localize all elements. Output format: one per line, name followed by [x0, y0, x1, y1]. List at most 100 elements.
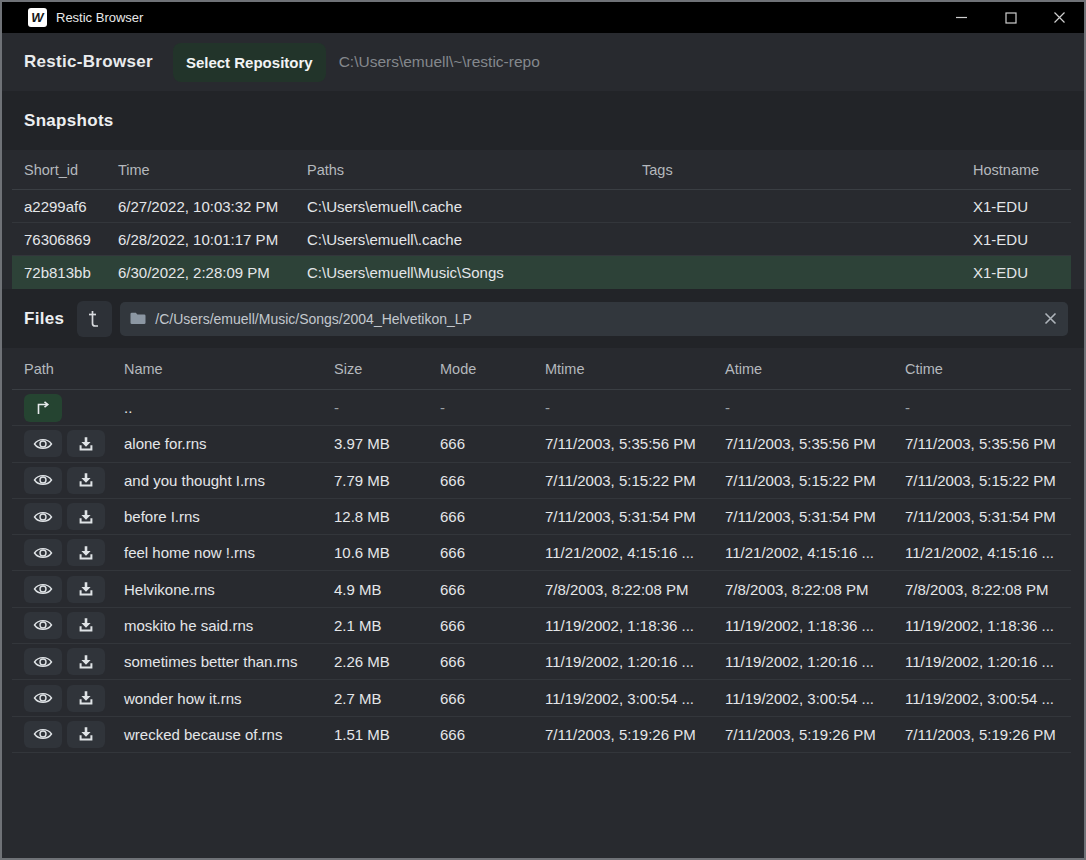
snapshot-row[interactable]: 72b813bb 6/30/2022, 2:28:09 PM C:\Users\… — [12, 256, 1071, 289]
col-tags: Tags — [642, 162, 973, 178]
file-row: sometimes better than.rns 2.26 MB 666 11… — [12, 644, 1071, 680]
preview-button[interactable] — [24, 648, 62, 675]
file-size: 2.1 MB — [334, 617, 440, 634]
snapshots-section-header: Snapshots — [2, 91, 1084, 150]
preview-button[interactable] — [24, 721, 62, 748]
download-icon — [78, 545, 94, 561]
snapshot-time: 6/27/2022, 10:03:32 PM — [118, 198, 307, 215]
snapshots-table-header: Short_id Time Paths Tags Hostname — [12, 150, 1071, 190]
breadcrumb-bar[interactable]: /C/Users/emuell/Music/Songs/2004_Helveti… — [120, 302, 1068, 336]
minimize-button[interactable] — [937, 2, 986, 33]
download-icon — [78, 472, 94, 488]
app-title: Restic-Browser — [24, 52, 153, 72]
snapshot-row[interactable]: 76306869 6/28/2022, 10:01:17 PM C:\Users… — [12, 223, 1071, 256]
file-mtime: 7/11/2003, 5:19:26 PM — [545, 726, 725, 743]
go-up-button[interactable] — [24, 394, 62, 422]
file-size: 2.26 MB — [334, 653, 440, 670]
preview-button[interactable] — [24, 430, 62, 457]
file-ctime: 7/11/2003, 5:31:54 PM — [905, 508, 1071, 525]
file-atime: 11/19/2002, 3:00:54 ... — [725, 690, 905, 707]
download-icon — [78, 617, 94, 633]
snapshot-row[interactable]: a2299af6 6/27/2022, 10:03:32 PM C:\Users… — [12, 190, 1071, 223]
folder-icon — [130, 312, 146, 325]
preview-button[interactable] — [24, 503, 62, 530]
tree-icon — [93, 311, 99, 326]
file-mode: 666 — [440, 726, 545, 743]
file-name: wrecked because of.rns — [124, 726, 334, 743]
window-title: Restic Browser — [56, 10, 143, 25]
preview-button[interactable] — [24, 539, 62, 566]
file-mode: - — [440, 399, 545, 416]
file-ctime: 7/8/2003, 8:22:08 PM — [905, 581, 1071, 598]
close-button[interactable] — [1035, 2, 1084, 33]
file-row: wrecked because of.rns 1.51 MB 666 7/11/… — [12, 717, 1071, 753]
breadcrumb-clear-icon[interactable] — [1042, 310, 1059, 327]
preview-button[interactable] — [24, 612, 62, 639]
eye-icon — [33, 654, 53, 670]
preview-button[interactable] — [24, 576, 62, 603]
file-atime: 7/11/2003, 5:19:26 PM — [725, 726, 905, 743]
download-button[interactable] — [67, 612, 105, 639]
snapshot-paths: C:\Users\emuell\.cache — [307, 198, 642, 215]
file-atime: 7/8/2003, 8:22:08 PM — [725, 581, 905, 598]
col-path: Path — [24, 361, 124, 377]
parent-directory-row[interactable]: .. - - - - - — [12, 390, 1071, 426]
eye-icon — [33, 690, 53, 706]
maximize-button[interactable] — [986, 2, 1035, 33]
file-ctime: 11/19/2002, 1:20:16 ... — [905, 653, 1071, 670]
preview-button[interactable] — [24, 685, 62, 712]
file-ctime: 7/11/2003, 5:35:56 PM — [905, 435, 1071, 452]
wails-logo-icon: W — [28, 8, 47, 27]
download-button[interactable] — [67, 467, 105, 494]
col-time: Time — [118, 162, 307, 178]
download-button[interactable] — [67, 503, 105, 530]
preview-button[interactable] — [24, 467, 62, 494]
file-size: 1.51 MB — [334, 726, 440, 743]
file-name: .. — [124, 399, 334, 416]
download-button[interactable] — [67, 648, 105, 675]
col-mtime: Mtime — [545, 361, 725, 377]
download-button[interactable] — [67, 685, 105, 712]
download-button[interactable] — [67, 721, 105, 748]
titlebar: W Restic Browser — [2, 2, 1084, 33]
file-atime: 7/11/2003, 5:35:56 PM — [725, 435, 905, 452]
file-mtime: 11/19/2002, 3:00:54 ... — [545, 690, 725, 707]
file-size: 4.9 MB — [334, 581, 440, 598]
file-mtime: 11/19/2002, 1:18:36 ... — [545, 617, 725, 634]
files-heading: Files — [24, 309, 64, 329]
file-name: before I.rns — [124, 508, 334, 525]
up-right-arrow-icon — [34, 400, 52, 416]
file-tree-toggle-button[interactable] — [77, 301, 112, 337]
file-ctime: 11/19/2002, 1:18:36 ... — [905, 617, 1071, 634]
file-mode: 666 — [440, 690, 545, 707]
file-size: 2.7 MB — [334, 690, 440, 707]
download-icon — [78, 726, 94, 742]
file-row: and you thought I.rns 7.79 MB 666 7/11/2… — [12, 463, 1071, 499]
breadcrumb-path: /C/Users/emuell/Music/Songs/2004_Helveti… — [155, 311, 472, 327]
file-row: wonder how it.rns 2.7 MB 666 11/19/2002,… — [12, 680, 1071, 716]
file-mtime: 7/11/2003, 5:15:22 PM — [545, 472, 725, 489]
eye-icon — [33, 472, 53, 488]
snapshot-paths: C:\Users\emuell\Music\Songs — [307, 264, 642, 281]
file-atime: 7/11/2003, 5:31:54 PM — [725, 508, 905, 525]
col-mode: Mode — [440, 361, 545, 377]
download-button[interactable] — [67, 576, 105, 603]
snapshot-short-id: 76306869 — [24, 231, 118, 248]
select-repository-button[interactable]: Select Repository — [173, 43, 326, 82]
file-mtime: 7/11/2003, 5:35:56 PM — [545, 435, 725, 452]
files-table: Path Name Size Mode Mtime Atime Ctime ..… — [12, 348, 1071, 753]
snapshot-short-id: 72b813bb — [24, 264, 118, 281]
file-ctime: 7/11/2003, 5:19:26 PM — [905, 726, 1071, 743]
col-paths: Paths — [307, 162, 642, 178]
file-mode: 666 — [440, 617, 545, 634]
file-mode: 666 — [440, 508, 545, 525]
eye-icon — [33, 436, 53, 452]
snapshots-heading: Snapshots — [24, 111, 114, 131]
file-mode: 666 — [440, 544, 545, 561]
snapshot-short-id: a2299af6 — [24, 198, 118, 215]
file-atime: 11/19/2002, 1:20:16 ... — [725, 653, 905, 670]
file-mode: 666 — [440, 435, 545, 452]
app-window: W Restic Browser Restic-Browser Select R… — [0, 0, 1086, 860]
download-button[interactable] — [67, 430, 105, 457]
download-button[interactable] — [67, 539, 105, 566]
